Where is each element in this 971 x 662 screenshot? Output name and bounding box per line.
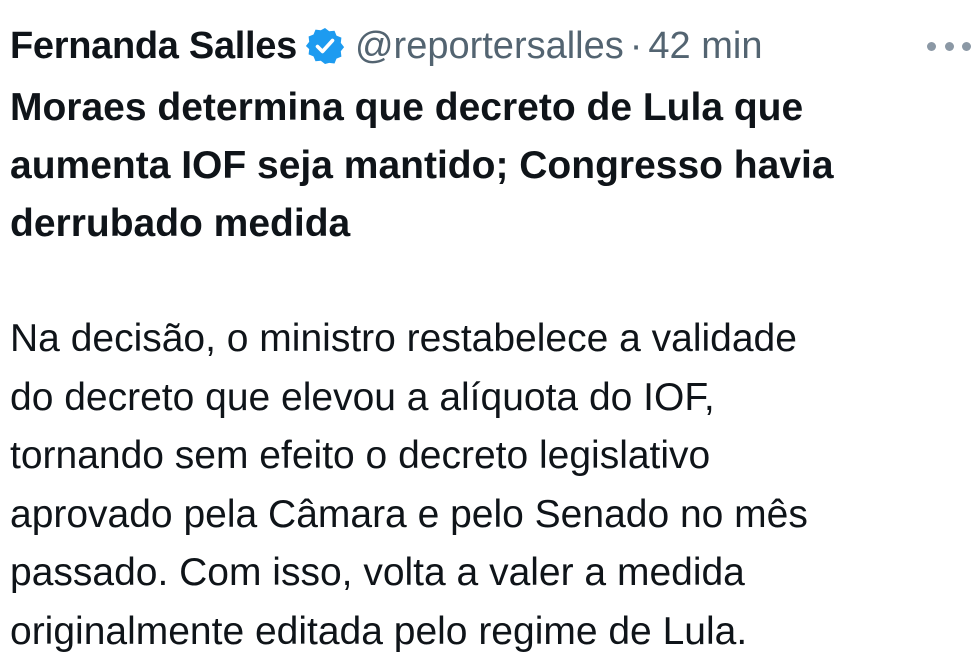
tweet[interactable]: Fernanda Salles @reportersalles · 42 min… [0, 0, 971, 662]
body-line: tornando sem efeito o decreto legislativ… [10, 434, 711, 477]
tweet-body: Na decisão, o ministro restabelece a val… [10, 310, 965, 661]
body-line: originalmente editada pelo regime de Lul… [10, 609, 748, 653]
body-line: aprovado pela Câmara e pelo Senado no mê… [10, 492, 808, 536]
tweet-headline: Moraes determina que decreto de Lula que… [10, 79, 960, 253]
headline-line: derrubado medida [10, 202, 351, 245]
verified-badge-icon[interactable] [305, 26, 345, 66]
more-dot [927, 41, 936, 51]
tweet-timestamp[interactable]: 42 min [648, 25, 762, 68]
author-display-name[interactable]: Fernanda Salles [10, 25, 297, 68]
body-line: Na decisão, o ministro restabelece a val… [10, 317, 797, 360]
more-dot [944, 41, 954, 51]
more-options-icon[interactable] [927, 36, 971, 56]
separator-dot: · [629, 24, 643, 67]
headline-line: Moraes determina que decreto de Lula que [10, 86, 804, 129]
tweet-header: Fernanda Salles @reportersalles · 42 min [10, 18, 762, 74]
body-line: passado. Com isso, volta a valer a medid… [10, 551, 745, 594]
headline-line: aumenta IOF seja mantido; Congresso havi… [10, 144, 834, 187]
more-dot [962, 41, 971, 51]
author-handle[interactable]: @reportersalles [355, 25, 624, 68]
body-line: do decreto que elevou a alíquota do IOF, [10, 375, 715, 419]
